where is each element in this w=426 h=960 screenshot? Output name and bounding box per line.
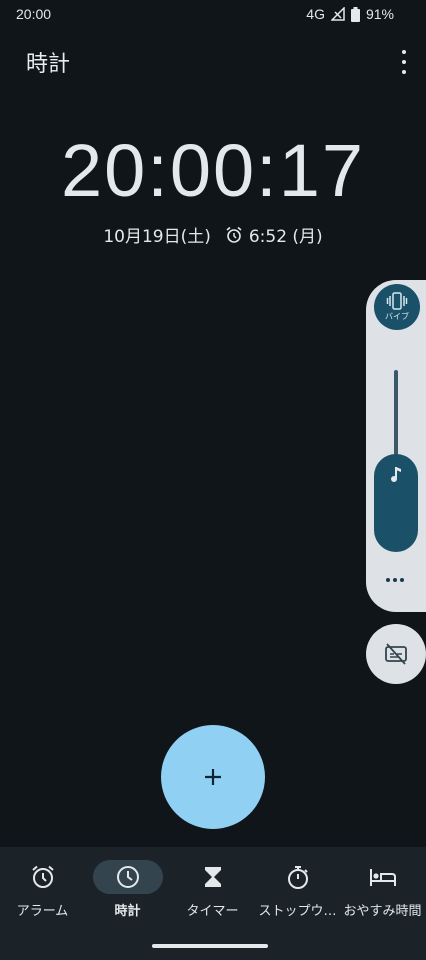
nav-item-bedtime[interactable]: おやすみ時間 [340, 847, 425, 927]
status-bar: 20:00 4G 91% [0, 0, 426, 30]
home-indicator[interactable] [152, 944, 268, 948]
page-title: 時計 [26, 52, 71, 77]
vibrate-icon [386, 292, 408, 310]
live-caption-button[interactable] [366, 624, 426, 684]
nav-label-timer: タイマー [186, 904, 239, 919]
volume-panel: バイブ [366, 280, 426, 612]
signal-icon [330, 7, 345, 21]
date-row: 10月19日(土) 6:52 (月) [0, 222, 426, 247]
alarm-clock-icon [226, 226, 242, 243]
nav-item-clock[interactable]: 時計 [85, 847, 170, 927]
status-time: 20:00 [16, 6, 52, 22]
alarm-icon [31, 865, 54, 888]
more-options-icon[interactable] [386, 578, 404, 582]
add-city-button[interactable] [161, 725, 265, 829]
nav-label-alarm: アラーム [16, 904, 69, 919]
next-alarm[interactable]: 6:52 (月) [225, 222, 323, 247]
nav-label-clock: 時計 [114, 904, 141, 919]
digital-clock: 20:00:17 [60, 129, 366, 212]
volume-slider-thumb[interactable] [374, 454, 418, 552]
current-date: 10月19日(土) [103, 227, 211, 247]
clock-icon [116, 866, 139, 888]
nav-label-bedtime: おやすみ時間 [343, 904, 422, 919]
vibrate-toggle[interactable]: バイブ [374, 284, 420, 330]
battery-level: 91% [365, 6, 394, 22]
nav-item-timer[interactable]: タイマー [170, 847, 255, 927]
battery-icon [350, 6, 360, 22]
nav-item-alarm[interactable]: アラーム [0, 847, 85, 927]
volume-slider-track[interactable] [394, 370, 398, 460]
vibrate-label: バイブ [385, 312, 409, 321]
nav-label-stopwatch: ストップウ… [258, 904, 337, 919]
status-icons: 4G 91% [306, 6, 394, 22]
nav-item-stopwatch[interactable]: ストップウ… [255, 847, 340, 927]
next-alarm-time: 6:52 (月) [248, 227, 323, 247]
hourglass-icon [204, 867, 221, 887]
bed-icon [369, 869, 396, 886]
network-type: 4G [306, 6, 325, 22]
plus-icon [205, 769, 221, 785]
overflow-menu-icon[interactable] [398, 50, 410, 74]
music-note-icon [391, 467, 401, 482]
stopwatch-icon [287, 866, 308, 889]
caption-off-icon [385, 643, 407, 665]
